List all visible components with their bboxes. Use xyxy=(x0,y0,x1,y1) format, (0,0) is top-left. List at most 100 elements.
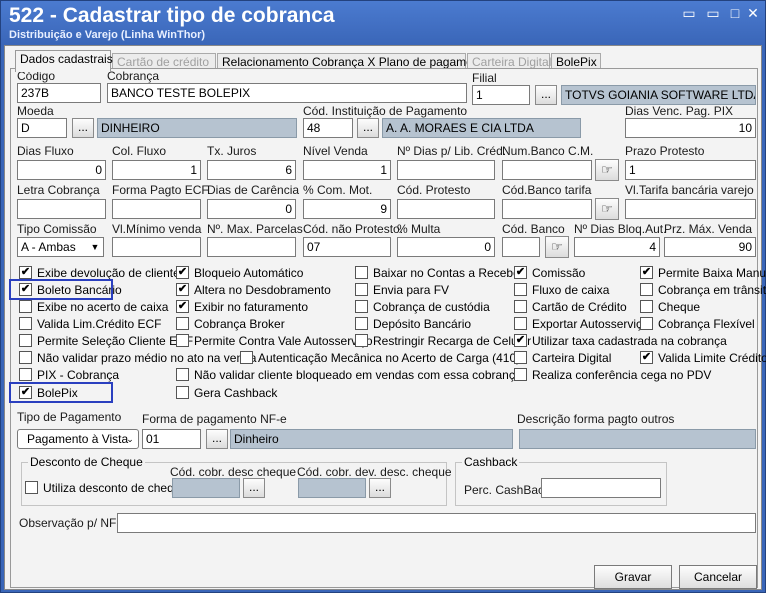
checkbox-box[interactable] xyxy=(355,300,368,313)
col-fluxo-field[interactable]: 1 xyxy=(112,160,201,180)
checkbox-permite-selecao-cliente[interactable]: Permite Seleção Cliente ECF xyxy=(19,334,193,350)
multa-field[interactable]: 0 xyxy=(397,237,495,257)
checkbox-box[interactable]: ✔ xyxy=(176,283,189,296)
checkbox-box[interactable]: ✔ xyxy=(640,351,653,364)
filial-search-button[interactable]: ... xyxy=(535,85,557,105)
checkbox-box[interactable] xyxy=(25,481,38,494)
checkbox-valida-lim-credito-ecf[interactable]: Valida Lim.Crédito ECF xyxy=(19,317,162,333)
cod-protesto-field[interactable] xyxy=(397,199,495,219)
letra-cobranca-field[interactable] xyxy=(17,199,106,219)
close-icon[interactable]: ✕ xyxy=(743,4,763,22)
checkbox-box[interactable] xyxy=(514,300,527,313)
nao-protesto-field[interactable]: 07 xyxy=(303,237,391,257)
checkbox-exportar-autosservico[interactable]: Exportar Autosserviço xyxy=(514,317,649,333)
nro-dias-field[interactable] xyxy=(397,160,495,180)
checkbox-box[interactable]: ✔ xyxy=(19,386,32,399)
hand-pointer-icon[interactable]: ☞ xyxy=(595,198,619,220)
checkbox-gera-cashback[interactable]: Gera Cashback xyxy=(176,386,277,402)
forma-ecf-field[interactable] xyxy=(112,199,201,219)
observacao-field[interactable] xyxy=(117,513,756,533)
forma-nfe-field[interactable]: 01 xyxy=(142,429,201,449)
max-parcelas-field[interactable] xyxy=(207,237,296,257)
checkbox-exibe-devolucao[interactable]: ✔ Exibe devolução de cliente xyxy=(19,266,180,282)
checkbox-cobranca-transito[interactable]: Cobrança em trânsito xyxy=(640,283,766,299)
cod-banco-tarifa-field[interactable] xyxy=(502,199,592,219)
checkbox-valida-limite-credito[interactable]: ✔ Valida Limite Crédito xyxy=(640,351,766,367)
filial-field[interactable]: 1 xyxy=(472,85,530,105)
hand-pointer-icon[interactable]: ☞ xyxy=(595,159,619,181)
checkbox-box[interactable] xyxy=(176,317,189,330)
checkbox-exibe-acerto-caixa[interactable]: Exibe no acerto de caixa xyxy=(19,300,168,316)
dias-pix-field[interactable]: 10 xyxy=(625,118,756,138)
checkbox-cobranca-flexivel[interactable]: Cobrança Flexível xyxy=(640,317,755,333)
perc-cashback-field[interactable] xyxy=(541,478,661,498)
checkbox-nao-validar-cliente[interactable]: Não validar cliente bloqueado em vendas … xyxy=(176,368,522,384)
vl-tarifa-field[interactable] xyxy=(625,199,756,219)
checkbox-box[interactable] xyxy=(240,351,253,364)
carencia-field[interactable]: 0 xyxy=(207,199,296,219)
checkbox-cobranca-custodia[interactable]: Cobrança de custódia xyxy=(355,300,490,316)
checkbox-deposito-bancario[interactable]: Depósito Bancário xyxy=(355,317,471,333)
checkbox-box[interactable] xyxy=(19,300,32,313)
restore-icon[interactable]: ▭ xyxy=(703,4,723,22)
checkbox-bloqueio-automatico[interactable]: ✔ Bloqueio Automático xyxy=(176,266,303,282)
checkbox-box[interactable] xyxy=(355,266,368,279)
minimize-icon[interactable]: ▭ xyxy=(679,4,699,22)
checkbox-pix-cobranca[interactable]: PIX - Cobrança xyxy=(19,368,119,384)
tx-juros-field[interactable]: 6 xyxy=(207,160,296,180)
tab-dados-cadastrais[interactable]: Dados cadastrais xyxy=(15,50,113,72)
checkbox-restringir-recarga[interactable]: Restringir Recarga de Celular xyxy=(355,334,531,350)
hand-pointer-icon[interactable]: ☞ xyxy=(545,236,569,258)
moeda-search-button[interactable]: ... xyxy=(72,118,94,138)
checkbox-box[interactable] xyxy=(514,368,527,381)
tipo-comissao-select[interactable]: A - Ambas ▼ xyxy=(17,237,104,257)
cod-desc-cheque-button[interactable]: ... xyxy=(243,478,265,498)
checkbox-cobranca-broker[interactable]: Cobrança Broker xyxy=(176,317,285,333)
checkbox-bolepix[interactable]: ✔ BolePix xyxy=(19,386,78,402)
codigo-field[interactable]: 237B xyxy=(17,83,101,103)
title-bar[interactable]: 522 - Cadastrar tipo de cobranca Distrib… xyxy=(1,1,765,45)
com-mot-field[interactable]: 9 xyxy=(303,199,391,219)
checkbox-fluxo-caixa[interactable]: Fluxo de caixa xyxy=(514,283,609,299)
cod-banco-field[interactable] xyxy=(502,237,540,257)
cod-dev-cheque-button[interactable]: ... xyxy=(369,478,391,498)
moeda-field[interactable]: D xyxy=(17,118,67,138)
checkbox-autenticacao-mecanica[interactable]: Autenticação Mecânica no Acerto de Carga… xyxy=(240,351,520,367)
checkbox-altera-desdobramento[interactable]: ✔ Altera no Desdobramento xyxy=(176,283,331,299)
checkbox-carteira-digital[interactable]: Carteira Digital xyxy=(514,351,611,367)
checkbox-conferencia-cega[interactable]: Realiza conferência cega no PDV xyxy=(514,368,711,384)
maximize-icon[interactable]: □ xyxy=(725,4,745,22)
checkbox-box[interactable]: ✔ xyxy=(514,266,527,279)
prazo-protesto-field[interactable]: 1 xyxy=(625,160,756,180)
checkbox-box[interactable] xyxy=(640,283,653,296)
checkbox-box[interactable] xyxy=(176,334,189,347)
instituicao-field[interactable]: 48 xyxy=(303,118,353,138)
prz-max-field[interactable]: 90 xyxy=(664,237,756,257)
tipo-pagamento-select[interactable]: Pagamento à Vista ⌄ xyxy=(17,429,139,449)
dias-bloq-field[interactable]: 4 xyxy=(574,237,660,257)
checkbox-box[interactable]: ✔ xyxy=(176,266,189,279)
checkbox-box[interactable] xyxy=(19,351,32,364)
nivel-venda-field[interactable]: 1 xyxy=(303,160,391,180)
forma-nfe-search-button[interactable]: ... xyxy=(206,429,228,449)
checkbox-box[interactable]: ✔ xyxy=(176,300,189,313)
checkbox-box[interactable] xyxy=(640,317,653,330)
checkbox-utilizar-taxa[interactable]: ✔ Utilizar taxa cadastrada na cobrança xyxy=(514,334,727,350)
checkbox-utiliza-desconto-cheque[interactable]: Utiliza desconto de cheque xyxy=(25,481,187,497)
gravar-button[interactable]: Gravar xyxy=(594,565,672,589)
checkbox-box[interactable] xyxy=(514,317,527,330)
checkbox-box[interactable] xyxy=(176,368,189,381)
checkbox-box[interactable] xyxy=(19,334,32,347)
checkbox-contra-vale[interactable]: Permite Contra Vale Autosserviço xyxy=(176,334,373,350)
checkbox-box[interactable] xyxy=(514,283,527,296)
checkbox-box[interactable] xyxy=(355,283,368,296)
checkbox-cheque[interactable]: Cheque xyxy=(640,300,700,316)
cancelar-button[interactable]: Cancelar xyxy=(679,565,757,589)
dias-fluxo-field[interactable]: 0 xyxy=(17,160,106,180)
instituicao-search-button[interactable]: ... xyxy=(357,118,379,138)
vl-minimo-field[interactable] xyxy=(112,237,201,257)
checkbox-box[interactable]: ✔ xyxy=(514,334,527,347)
checkbox-boleto-bancario[interactable]: ✔ Boleto Bancário xyxy=(19,283,122,299)
checkbox-comissao[interactable]: ✔ Comissão xyxy=(514,266,585,282)
checkbox-box[interactable]: ✔ xyxy=(19,283,32,296)
